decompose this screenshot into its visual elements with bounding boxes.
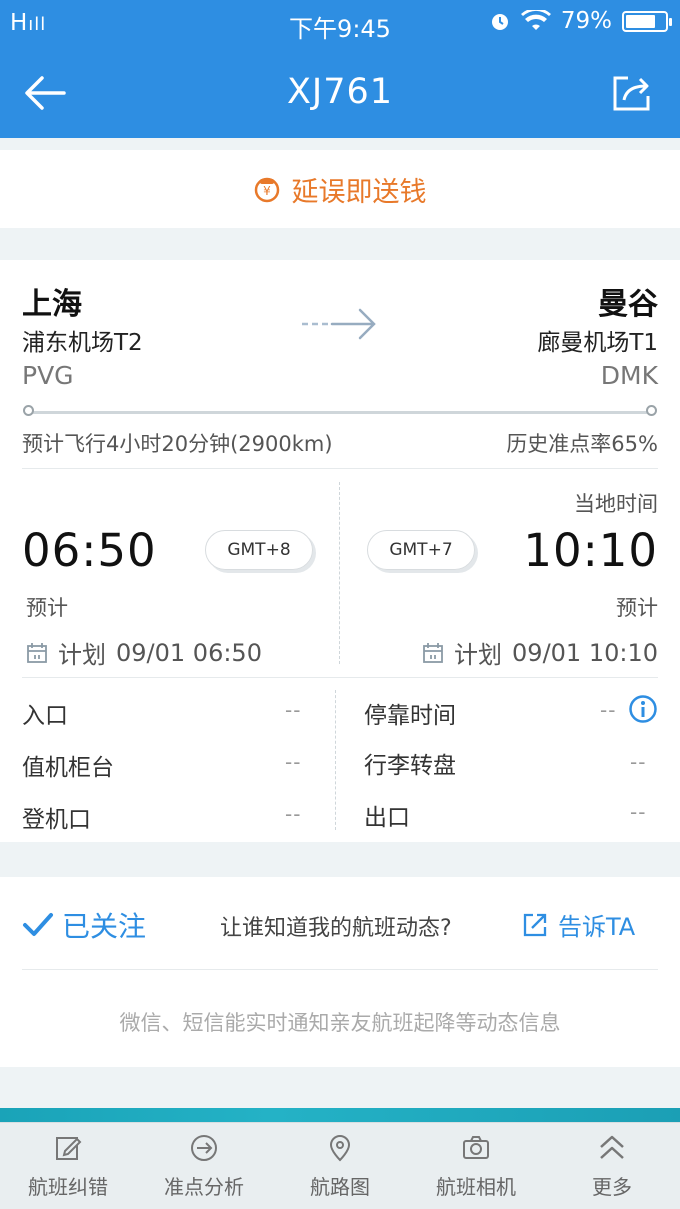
departure-plan-time: 09/01 06:50	[116, 638, 262, 667]
progress-start-dot	[23, 405, 34, 416]
progress-end-dot	[646, 405, 657, 416]
edit-icon	[56, 1137, 82, 1160]
alarm-icon	[491, 14, 508, 30]
tell-label: 告诉TA	[558, 913, 636, 941]
arrival-plan-time: 09/01 10:10	[512, 638, 658, 667]
arrival-airport: 廊曼机场T1	[537, 330, 658, 356]
detail-label-gate: 登机口	[22, 807, 91, 833]
flight-duration: 预计飞行4小时20分钟(2900km)	[22, 432, 333, 456]
detail-label-stand-time: 停靠时间	[364, 703, 456, 729]
detail-value-baggage: --	[630, 750, 647, 774]
status-right: 79%	[489, 8, 672, 34]
tab-label: 航班纠错	[28, 1175, 108, 1199]
detail-value-checkin: --	[285, 750, 302, 774]
top-bar: Hıll 下午9:45 79% XJ761	[0, 0, 680, 138]
map-pin-icon	[329, 1135, 351, 1162]
departure-airport: 浦东机场T2	[22, 330, 143, 356]
departure-plan-label: 计划	[58, 641, 106, 669]
tab-on-time-analysis[interactable]: 准点分析	[136, 1123, 272, 1209]
share-question: 让谁知道我的航班动态?	[220, 916, 452, 941]
arrival-plan-label: 计划	[454, 641, 503, 669]
arrival-plan: 计划 09/01 10:10	[422, 635, 658, 670]
vertical-divider	[339, 482, 340, 664]
detail-value-entrance: --	[285, 698, 302, 722]
tab-route-map[interactable]: 航路图	[272, 1123, 408, 1209]
promo-text: 延误即送钱	[291, 176, 427, 208]
arrival-code: DMK	[600, 361, 658, 390]
external-link-icon	[523, 913, 547, 936]
battery-percent: 79%	[560, 8, 612, 34]
tab-flight-camera[interactable]: 航班相机	[408, 1123, 544, 1209]
page-title: XJ761	[286, 72, 394, 112]
nav-bar: XJ761	[0, 48, 680, 138]
arrival-city: 曼谷	[598, 287, 658, 322]
status-bar: Hıll 下午9:45 79%	[0, 0, 680, 48]
detail-label-entrance: 入口	[22, 703, 68, 729]
departure-plan: 计划 09/01 06:50	[26, 635, 262, 670]
tab-label: 准点分析	[164, 1175, 244, 1199]
coin-icon: ¥	[254, 177, 279, 203]
wifi-icon	[520, 10, 551, 30]
check-icon	[23, 913, 53, 936]
departure-city: 上海	[22, 287, 82, 322]
detail-label-exit: 出口	[364, 805, 410, 831]
clock-plane-icon	[191, 1135, 217, 1161]
arrival-timezone: GMT+7	[367, 530, 475, 570]
vertical-divider	[335, 690, 336, 830]
progress-track	[28, 411, 652, 414]
calendar-icon	[27, 642, 47, 663]
camera-icon	[463, 1136, 489, 1159]
tell-button[interactable]: 告诉TA	[522, 907, 635, 942]
departure-code: PVG	[22, 361, 74, 390]
share-icon[interactable]	[612, 74, 652, 112]
arrival-status: 预计	[616, 596, 658, 620]
tab-label: 航班相机	[436, 1175, 516, 1199]
info-icon[interactable]	[628, 694, 658, 724]
detail-value-gate: --	[285, 802, 302, 826]
detail-label-checkin: 值机柜台	[22, 755, 114, 781]
divider	[22, 677, 658, 678]
promo-banner[interactable]: ¥ 延误即送钱	[0, 150, 680, 228]
calendar-icon	[423, 642, 443, 663]
followed-button[interactable]: 已关注	[22, 905, 146, 945]
chevron-up-icon	[600, 1135, 624, 1159]
svg-text:¥: ¥	[263, 184, 271, 198]
divider	[22, 468, 658, 469]
tab-more[interactable]: 更多	[544, 1123, 680, 1209]
detail-value-exit: --	[630, 800, 647, 824]
followed-label: 已关注	[62, 910, 147, 943]
tab-flight-correction[interactable]: 航班纠错	[0, 1123, 136, 1209]
local-time-label: 当地时间	[574, 492, 658, 516]
arrival-time: 10:10	[523, 524, 658, 577]
divider	[22, 969, 658, 970]
detail-label-baggage: 行李转盘	[364, 753, 456, 779]
battery-fill	[626, 14, 656, 28]
departure-status: 预计	[26, 596, 68, 620]
detail-value-stand-time: --	[600, 698, 617, 722]
tab-label: 更多	[592, 1175, 632, 1199]
tab-label: 航路图	[310, 1175, 370, 1199]
notify-description: 微信、短信能实时通知亲友航班起降等动态信息	[119, 1011, 561, 1035]
bottom-tab-bar: 航班纠错 准点分析 航路图 航班相机 更多	[0, 1122, 680, 1209]
departure-timezone: GMT+8	[205, 530, 313, 570]
battery-icon	[622, 10, 672, 32]
on-time-rate: 历史准点率65%	[506, 432, 658, 456]
departure-time: 06:50	[22, 524, 157, 577]
flight-arrow-icon	[302, 308, 376, 340]
